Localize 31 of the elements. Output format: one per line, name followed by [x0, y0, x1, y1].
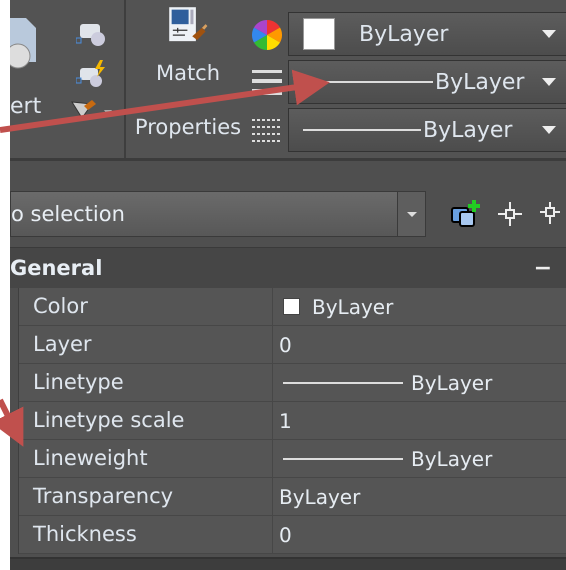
color-dropdown[interactable]: ByLayer	[288, 12, 566, 56]
property-name: Lineweight	[19, 440, 273, 477]
crosshair-icon[interactable]	[498, 202, 522, 226]
selection-combo[interactable]: o selection	[10, 191, 426, 237]
insert-label: ert	[10, 94, 42, 119]
linetype-icon	[252, 118, 282, 144]
lineweight-icon	[252, 70, 282, 98]
property-name: Linetype	[19, 364, 273, 401]
property-value[interactable]: 0	[273, 516, 566, 553]
annotation-arrow	[0, 398, 24, 447]
block-icon[interactable]	[76, 22, 108, 48]
line-dropdown[interactable]: ByLayer	[288, 60, 566, 104]
property-name: Layer	[19, 326, 273, 363]
section-title: General	[10, 256, 102, 280]
property-value[interactable]: ByLayer	[273, 440, 566, 477]
property-name: Transparency	[19, 478, 273, 515]
add-selection-icon[interactable]	[450, 200, 480, 228]
property-name: Thickness	[19, 516, 273, 553]
dropdown-button[interactable]	[397, 192, 425, 236]
collapse-button[interactable]: −	[534, 256, 552, 280]
property-value[interactable]: ByLayer	[273, 288, 566, 325]
match-properties-button[interactable]: Match Properties	[126, 0, 250, 158]
property-value[interactable]: ByLayer	[273, 364, 566, 401]
property-name: Linetype scale	[19, 402, 273, 439]
property-value[interactable]: 0	[273, 326, 566, 363]
line-dropdown[interactable]: ByLayer	[288, 108, 566, 152]
property-value[interactable]: ByLayer	[273, 478, 566, 515]
block-lightning-icon[interactable]	[76, 60, 108, 88]
property-name: Color	[19, 288, 273, 325]
color-wheel-icon	[252, 20, 282, 50]
property-value[interactable]: 1	[273, 402, 566, 439]
